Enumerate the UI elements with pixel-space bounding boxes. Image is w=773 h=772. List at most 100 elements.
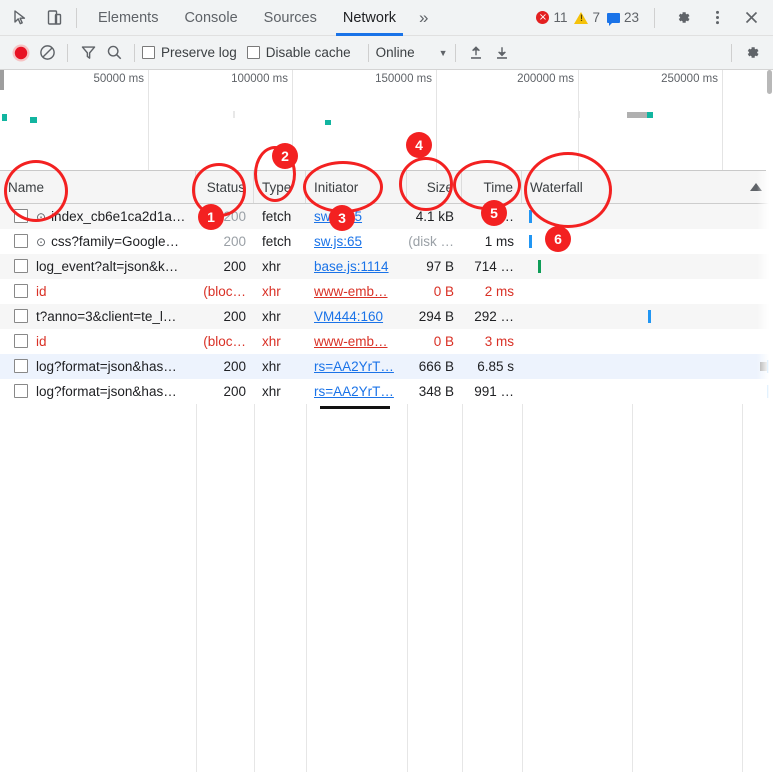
cell-status: (bloc… (196, 329, 254, 354)
cell-initiator-value[interactable]: rs=AA2YrT… (314, 359, 394, 374)
ascending-sort-arrow-icon[interactable] (750, 183, 762, 191)
tab-console[interactable]: Console (171, 0, 250, 36)
table-row[interactable]: t?anno=3&client=te_l… 200 xhr VM444:160 294 … (0, 304, 773, 329)
row-checkbox[interactable] (14, 359, 28, 373)
cell-type-value: xhr (262, 334, 281, 349)
cell-name[interactable]: id (36, 279, 192, 304)
table-row[interactable]: ⊙ index_cb6e1ca2d1a… 200 fetch sw.js:65 4.1 k… (0, 204, 773, 229)
cell-status-value: 200 (223, 209, 246, 224)
info-counter[interactable]: 23 (606, 10, 639, 26)
row-checkbox[interactable] (14, 234, 28, 248)
column-header-time[interactable]: Time (462, 171, 522, 203)
waterfall-bar (767, 385, 770, 398)
row-checkbox[interactable] (14, 209, 28, 223)
table-row[interactable]: id (bloc… xhr www-emb… 0 B 2 ms (0, 279, 773, 304)
cell-size-value: 4.1 kB (415, 209, 454, 224)
import-har-icon[interactable] (463, 40, 489, 66)
chevron-down-icon: ▼ (438, 47, 448, 58)
device-toolbar-icon[interactable] (40, 4, 68, 32)
cell-initiator-value[interactable]: VM444:160 (314, 309, 383, 324)
row-checkbox[interactable] (14, 284, 28, 298)
warning-counter[interactable]: 7 (574, 10, 600, 25)
cell-initiator-value[interactable]: sw.js:65 (314, 234, 362, 249)
network-settings-gear-icon[interactable] (739, 40, 765, 66)
record-button[interactable] (8, 40, 34, 66)
more-tabs-icon[interactable]: » (409, 8, 438, 28)
cell-initiator-value[interactable]: base.js:1114 (314, 259, 389, 274)
scrollbar-thumb[interactable] (767, 70, 772, 94)
cell-initiator-value[interactable]: rs=AA2YrT… (314, 384, 394, 399)
service-worker-icon: ⊙ (36, 209, 47, 224)
disable-cache-label: Disable cache (265, 45, 351, 60)
overview-tick-label: 200000 ms (517, 73, 574, 85)
disable-cache-checkbox[interactable]: Disable cache (246, 45, 351, 60)
kebab-menu-icon[interactable] (703, 4, 731, 32)
table-row[interactable]: id (bloc… xhr www-emb… 0 B 3 ms (0, 329, 773, 354)
inspect-element-icon[interactable] (6, 4, 34, 32)
table-row[interactable]: log_event?alt=json&k… 200 xhr base.js:1114 9… (0, 254, 773, 279)
cell-time-value: 714 … (474, 259, 514, 274)
cell-type: xhr (254, 354, 306, 379)
cell-initiator-value[interactable]: www-emb… (314, 334, 388, 349)
cell-initiator: www-emb… (306, 329, 407, 354)
cell-name[interactable]: t?anno=3&client=te_l… (36, 304, 192, 329)
preserve-log-checkbox[interactable]: Preserve log (142, 45, 237, 60)
network-request-table: Name Status Type Initiator Size Time Waterfall… (0, 171, 773, 772)
cell-status-value: (bloc… (203, 284, 246, 299)
message-icon (606, 12, 620, 26)
cell-initiator-value[interactable]: sw.js:65 (314, 209, 362, 224)
cell-type: xhr (254, 329, 306, 354)
cell-time: 56… (462, 204, 522, 229)
cell-name[interactable]: ⊙ css?family=Google… (36, 229, 192, 254)
column-header-waterfall[interactable]: Waterfall (522, 171, 773, 203)
cell-status-value: 200 (223, 309, 246, 324)
throttling-select[interactable]: Online ▼ (376, 45, 448, 60)
close-icon[interactable] (737, 4, 765, 32)
column-header-type[interactable]: Type (254, 171, 306, 203)
filter-button[interactable] (75, 40, 101, 66)
overview-tick-label: 100000 ms (231, 73, 288, 85)
table-row[interactable]: ⊙ css?family=Google… 200 fetch sw.js:65 (disk… (0, 229, 773, 254)
cell-size: 0 B (407, 329, 462, 354)
tab-elements[interactable]: Elements (85, 0, 171, 36)
row-checkbox[interactable] (14, 259, 28, 273)
cell-status-value: 200 (223, 234, 246, 249)
cell-initiator-value[interactable]: www-emb… (314, 284, 388, 299)
preserve-log-label: Preserve log (161, 45, 237, 60)
cell-name[interactable]: log?format=json&has… (36, 379, 192, 404)
checkbox-box (246, 46, 260, 59)
table-row[interactable]: log?format=json&has… 200 xhr rs=AA2YrT… 666 … (0, 354, 773, 379)
row-checkbox[interactable] (14, 309, 28, 323)
table-header-row: Name Status Type Initiator Size Time Waterfall (0, 171, 773, 204)
column-header-size[interactable]: Size (407, 171, 462, 203)
overview-tick-labels: 50000 ms 100000 ms 150000 ms 200000 ms 25000… (0, 70, 773, 170)
tab-sources[interactable]: Sources (251, 0, 330, 36)
table-row[interactable]: log?format=json&has… 200 xhr rs=AA2YrT… 348 … (0, 379, 773, 404)
row-checkbox[interactable] (14, 384, 28, 398)
toolbar-divider-4 (454, 43, 456, 62)
column-header-status[interactable]: Status (196, 171, 254, 203)
cell-name[interactable]: log_event?alt=json&k… (36, 254, 192, 279)
search-icon[interactable] (101, 40, 127, 66)
column-header-initiator[interactable]: Initiator (306, 171, 407, 203)
column-header-name[interactable]: Name (0, 171, 196, 203)
row-checkbox[interactable] (14, 334, 28, 348)
overview-scrollbar[interactable] (766, 70, 773, 171)
error-icon: × (536, 11, 550, 24)
cell-status: 200 (196, 254, 254, 279)
issue-counters: × 11 7 23 (536, 4, 773, 32)
clear-button[interactable] (34, 40, 60, 66)
error-counter[interactable]: × 11 (536, 10, 567, 25)
cell-time-value: 292 … (474, 309, 514, 324)
cell-status: 200 (196, 229, 254, 254)
cell-type: xhr (254, 254, 306, 279)
cell-type-value: xhr (262, 284, 281, 299)
cell-name[interactable]: log?format=json&has… (36, 354, 192, 379)
cell-time: 6.85 s (462, 354, 522, 379)
cell-name[interactable]: ⊙ index_cb6e1ca2d1a… (36, 204, 192, 229)
gear-icon[interactable] (669, 4, 697, 32)
export-har-icon[interactable] (489, 40, 515, 66)
cell-name[interactable]: id (36, 329, 192, 354)
network-overview-timeline[interactable]: 50000 ms 100000 ms 150000 ms 200000 ms 25000… (0, 70, 773, 171)
tab-network[interactable]: Network (330, 0, 409, 36)
